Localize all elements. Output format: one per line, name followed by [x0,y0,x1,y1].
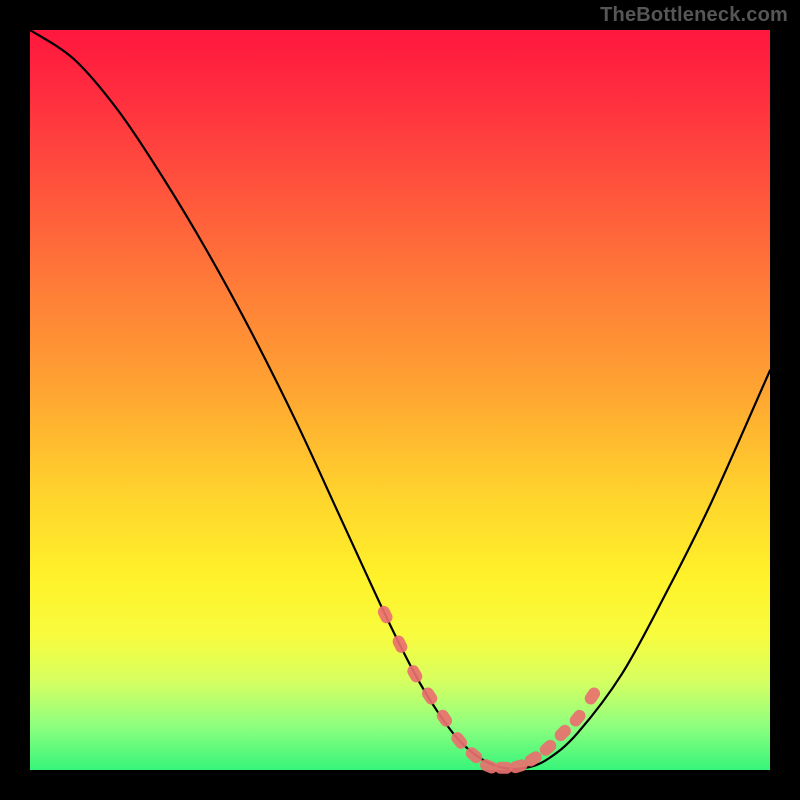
nodule [376,604,395,625]
watermark-text: TheBottleneck.com [600,4,788,27]
highlight-nodules [376,604,603,775]
nodule [405,663,424,685]
nodule [391,633,410,654]
nodule [582,685,602,707]
curve-layer [30,30,770,770]
chart-container: TheBottleneck.com [0,0,800,800]
main-curve [30,30,770,769]
plot-area [30,30,770,770]
